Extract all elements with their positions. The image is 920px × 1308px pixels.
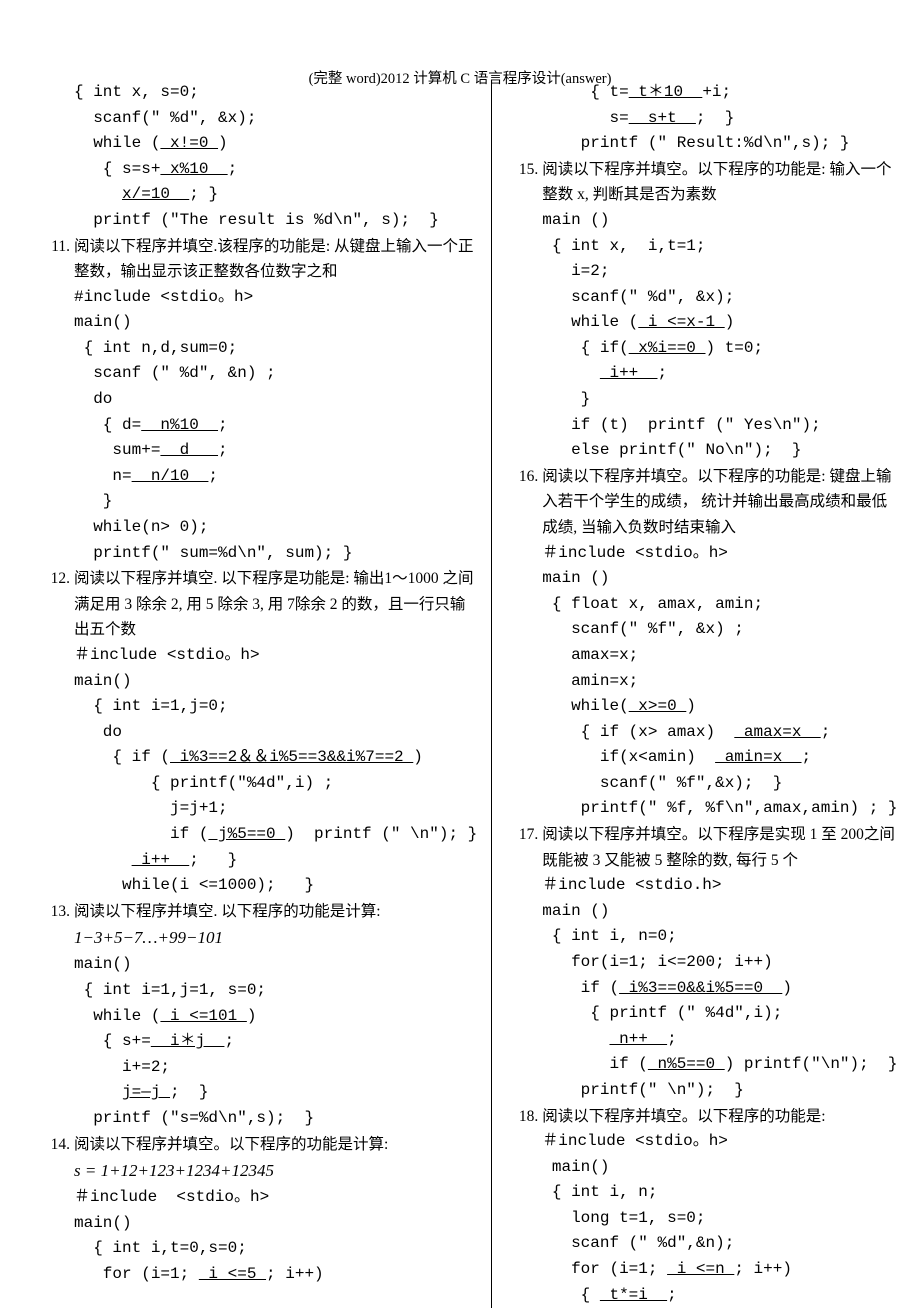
q14-formula: s = 1+12+123+1234+12345: [74, 1157, 477, 1185]
q12-num: 12.: [38, 566, 74, 592]
q14: 14. 阅读以下程序并填空。以下程序的功能是计算: s = 1+12+123+1…: [38, 1132, 477, 1288]
q11-code: #include <stdio。h> main() { int n,d,sum=…: [74, 285, 477, 567]
q15: 15. 阅读以下程序并填空。以下程序的功能是: 输入一个整数 x, 判断其是否为…: [506, 157, 897, 464]
q17: 17. 阅读以下程序并填空。以下程序是实现 1 至 200之间既能被 3 又能被…: [506, 822, 897, 1103]
q14-desc: 阅读以下程序并填空。以下程序的功能是计算:: [74, 1132, 477, 1158]
q14b-code: { t= t＊10 +i; s= s+t ; } printf (" Resul…: [542, 80, 897, 157]
q15-desc: 阅读以下程序并填空。以下程序的功能是: 输入一个整数 x, 判断其是否为素数: [542, 157, 897, 208]
q15-code: main () { int x, i,t=1; i=2; scanf(" %d"…: [542, 208, 897, 464]
q16-desc: 阅读以下程序并填空。以下程序的功能是: 键盘上输入若干个学生的成绩， 统计并输出…: [542, 464, 897, 541]
right-column: { t= t＊10 +i; s= s+t ; } printf (" Resul…: [492, 80, 905, 1308]
q12-code: ＃include <stdio。h> main() { int i=1,j=0;…: [74, 643, 477, 899]
q17-num: 17.: [506, 822, 542, 848]
q15-num: 15.: [506, 157, 542, 183]
q13-num: 13.: [38, 899, 74, 925]
q16-num: 16.: [506, 464, 542, 490]
q10-code: { int x, s=0; scanf(" %d", &x); while ( …: [74, 80, 477, 234]
q11-num: 11.: [38, 234, 74, 260]
two-column-layout: { int x, s=0; scanf(" %d", &x); while ( …: [30, 80, 900, 1308]
left-column: { int x, s=0; scanf(" %d", &x); while ( …: [30, 80, 492, 1308]
q16: 16. 阅读以下程序并填空。以下程序的功能是: 键盘上输入若干个学生的成绩， 统…: [506, 464, 897, 822]
q13-desc: 阅读以下程序并填空. 以下程序的功能是计算:: [74, 899, 477, 925]
q18-num: 18.: [506, 1104, 542, 1130]
q16-code: ＃include <stdio。h> main () { float x, am…: [542, 541, 897, 823]
q12-desc: 阅读以下程序并填空. 以下程序是功能是: 输出1～1000 之间满足用 3 除余…: [74, 566, 477, 643]
q11: 11. 阅读以下程序并填空.该程序的功能是: 从键盘上输入一个正整数，输出显示该…: [38, 234, 477, 567]
q13-code: main() { int i=1,j=1, s=0; while ( i <=1…: [74, 952, 477, 1131]
q17-desc: 阅读以下程序并填空。以下程序是实现 1 至 200之间既能被 3 又能被 5 整…: [542, 822, 897, 873]
q12: 12. 阅读以下程序并填空. 以下程序是功能是: 输出1～1000 之间满足用 …: [38, 566, 477, 899]
q18: 18. 阅读以下程序并填空。以下程序的功能是: ＃include <stdio。…: [506, 1104, 897, 1308]
q18-code: ＃include <stdio。h> main() { int i, n; lo…: [542, 1129, 897, 1308]
q14-num: 14.: [38, 1132, 74, 1158]
q18-desc: 阅读以下程序并填空。以下程序的功能是:: [542, 1104, 897, 1130]
q17-code: ＃include <stdio.h> main () { int i, n=0;…: [542, 873, 897, 1103]
q13: 13. 阅读以下程序并填空. 以下程序的功能是计算: 1−3+5−7…+99−1…: [38, 899, 477, 1132]
q11-desc: 阅读以下程序并填空.该程序的功能是: 从键盘上输入一个正整数，输出显示该正整数各…: [74, 234, 477, 285]
q14-code: ＃include <stdio。h> main() { int i,t=0,s=…: [74, 1185, 477, 1287]
q13-formula: 1−3+5−7…+99−101: [74, 924, 477, 952]
